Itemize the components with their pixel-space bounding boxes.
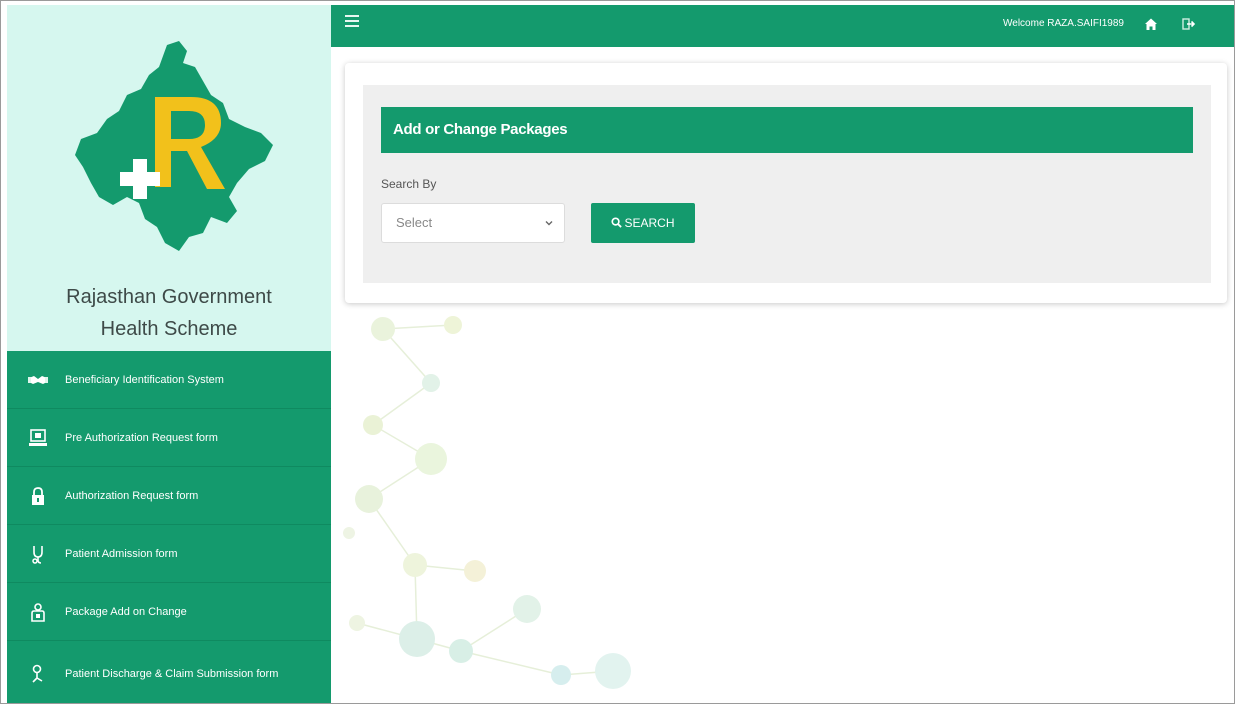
handshake-icon — [25, 369, 51, 391]
home-icon[interactable] — [1144, 17, 1158, 31]
package-icon — [25, 601, 51, 623]
select-value: Select — [396, 215, 433, 230]
stethoscope-icon — [25, 543, 51, 565]
sidebar-item-label: Authorization Request form — [65, 489, 199, 502]
sidebar-item-label: Pre Authorization Request form — [65, 431, 218, 444]
brand-title: Rajasthan Government Health Scheme — [7, 281, 331, 345]
chevron-down-icon — [545, 221, 553, 226]
sidebar-item-label: Package Add on Change — [65, 605, 187, 618]
welcome-text: Welcome RAZA.SAIFI1989 — [1003, 18, 1124, 29]
search-button[interactable]: SEARCH — [591, 203, 695, 243]
lock-icon — [25, 485, 51, 507]
main-content: Add or Change Packages Search By Select … — [331, 47, 1234, 703]
sidebar-item-patient-discharge[interactable]: Patient Discharge & Claim Submission for… — [7, 641, 331, 703]
panel-heading: Add or Change Packages — [381, 107, 1193, 153]
sidebar-item-label: Patient Discharge & Claim Submission for… — [65, 668, 279, 680]
search-icon — [611, 217, 623, 229]
search-by-select[interactable]: Select — [381, 203, 565, 243]
monitor-icon — [25, 427, 51, 449]
app-frame: Rajasthan Government Health Scheme Benef… — [0, 0, 1235, 704]
search-by-label: Search By — [381, 177, 437, 191]
search-button-label: SEARCH — [624, 216, 675, 230]
hamburger-icon[interactable] — [345, 13, 363, 29]
packages-card: Add or Change Packages Search By Select … — [345, 63, 1227, 303]
brand-panel: Rajasthan Government Health Scheme — [7, 5, 331, 351]
sidebar: Rajasthan Government Health Scheme Benef… — [7, 5, 331, 703]
discharge-icon — [25, 663, 51, 685]
sidebar-item-label: Patient Admission form — [65, 547, 178, 560]
sidebar-item-label: Beneficiary Identification System — [65, 373, 224, 386]
sidebar-item-beneficiary-identification[interactable]: Beneficiary Identification System — [7, 351, 331, 409]
packages-panel: Add or Change Packages Search By Select … — [363, 85, 1211, 283]
sidebar-item-pre-authorization[interactable]: Pre Authorization Request form — [7, 409, 331, 467]
brand-title-line2: Health Scheme — [100, 318, 238, 340]
sidebar-item-package-add-on-change[interactable]: Package Add on Change — [7, 583, 331, 641]
sidebar-item-patient-admission[interactable]: Patient Admission form — [7, 525, 331, 583]
brand-title-line1: Rajasthan Government — [66, 286, 272, 308]
rajasthan-map-logo — [75, 41, 273, 251]
top-bar: Welcome RAZA.SAIFI1989 — [331, 5, 1234, 47]
sidebar-menu: Beneficiary Identification System Pre Au… — [7, 351, 331, 703]
logout-icon[interactable] — [1182, 17, 1196, 31]
sidebar-item-authorization[interactable]: Authorization Request form — [7, 467, 331, 525]
